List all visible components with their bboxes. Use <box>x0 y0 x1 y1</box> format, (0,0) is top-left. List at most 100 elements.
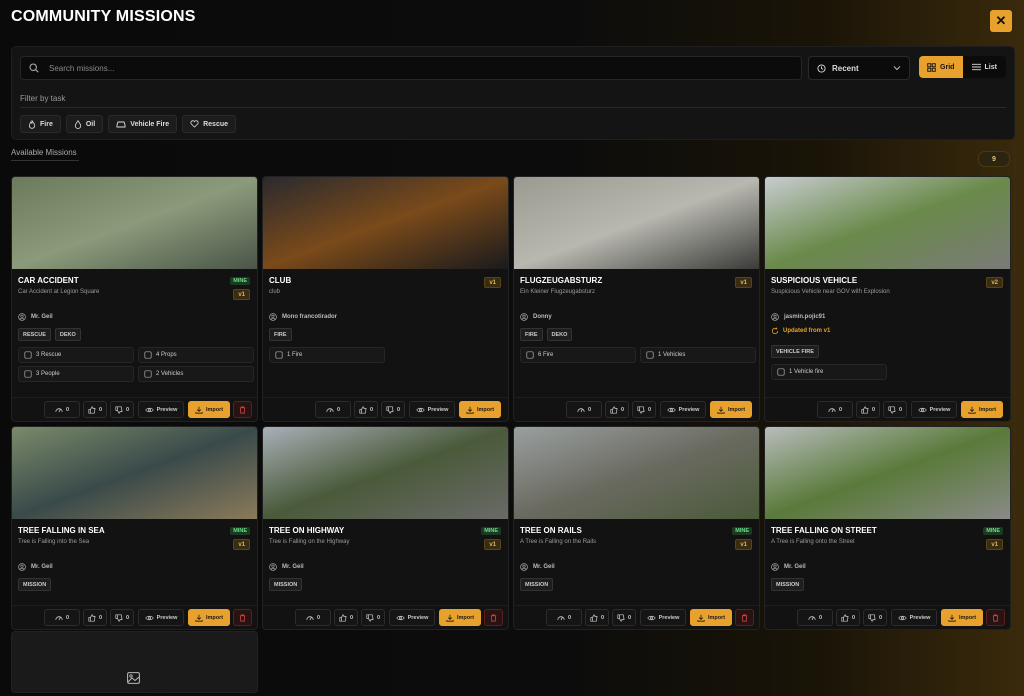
download-icon <box>466 406 474 414</box>
views-count: 0 <box>567 614 572 621</box>
like-button[interactable]: 0 <box>83 609 107 626</box>
chip-label: Oil <box>85 120 96 128</box>
import-button[interactable]: Import <box>439 609 481 626</box>
import-button[interactable]: Import <box>459 401 501 418</box>
dislike-button[interactable]: 0 <box>863 609 887 626</box>
eye-icon <box>646 615 656 620</box>
views-button[interactable]: 0 <box>817 401 853 418</box>
trash-icon <box>239 614 246 621</box>
mission-card[interactable]: SUSPICIOUS VEHICLE Suspicious Vehicle nea… <box>764 176 1011 422</box>
close-button[interactable]: ✕ <box>990 10 1012 32</box>
stat-label: 3 Rescue <box>36 352 62 358</box>
mission-author: Mono francotirador <box>269 313 337 321</box>
import-button[interactable]: Import <box>690 609 732 626</box>
mission-title: TREE FALLING IN SEA <box>18 526 105 535</box>
author-name: Mr. Geil <box>282 564 304 570</box>
preview-button[interactable]: Preview <box>640 609 686 626</box>
like-button[interactable]: 0 <box>585 609 609 626</box>
mission-card[interactable]: CAR ACCIDENT Car Accident at Legion Squar… <box>11 176 258 422</box>
eye-icon <box>897 615 907 620</box>
thumbs-down-icon <box>868 613 876 622</box>
dislike-button[interactable]: 0 <box>883 401 907 418</box>
like-button[interactable]: 0 <box>856 401 880 418</box>
mission-tags: RESCUE DEKO <box>18 328 81 341</box>
mission-tags: VEHICLE FIRE <box>771 345 819 358</box>
dislike-button[interactable]: 0 <box>612 609 636 626</box>
import-button[interactable]: Import <box>941 609 983 626</box>
stat-item: 2 Vehicles <box>138 366 254 382</box>
search-input[interactable] <box>47 62 751 74</box>
views-button[interactable]: 0 <box>295 609 331 626</box>
mission-card[interactable]: TREE FALLING ON STREET A Tree is Falling … <box>764 426 1011 630</box>
view-toggle: Grid List <box>919 56 1006 78</box>
import-button[interactable]: Import <box>710 401 752 418</box>
import-button[interactable]: Import <box>188 609 230 626</box>
sort-select[interactable]: Recent <box>808 56 910 80</box>
views-button[interactable]: 0 <box>44 401 80 418</box>
preview-button[interactable]: Preview <box>138 609 184 626</box>
views-button[interactable]: 0 <box>566 401 602 418</box>
preview-button[interactable]: Preview <box>891 609 937 626</box>
mission-author: Donny <box>520 313 552 321</box>
like-button[interactable]: 0 <box>334 609 358 626</box>
card-actions: 0 0 0 Preview Import <box>765 605 1010 628</box>
download-icon <box>697 614 705 622</box>
filter-chip-vehicle-fire[interactable]: Vehicle Fire <box>108 115 178 133</box>
delete-button[interactable] <box>735 609 754 626</box>
delete-button[interactable] <box>986 609 1005 626</box>
preview-button[interactable]: Preview <box>409 401 455 418</box>
dislike-button[interactable]: 0 <box>632 401 656 418</box>
mission-card[interactable]: TREE ON HIGHWAY Tree is Falling on the Hi… <box>262 426 509 630</box>
delete-button[interactable] <box>484 609 503 626</box>
mission-card[interactable]: FLUGZEUGABSTURZ Ein Kleiner Flugzeugabstu… <box>513 176 760 422</box>
mission-thumbnail <box>263 427 508 519</box>
mission-card[interactable]: CLUB club v1 Mono francotirador FIRE 1 Fire 0 0… <box>262 176 509 422</box>
preview-button[interactable]: Preview <box>389 609 435 626</box>
dislike-button[interactable]: 0 <box>110 609 134 626</box>
preview-button[interactable]: Preview <box>660 401 706 418</box>
like-button[interactable]: 0 <box>836 609 860 626</box>
mission-thumbnail <box>12 427 257 519</box>
stat-item: 6 Fire <box>520 347 636 363</box>
user-icon <box>269 563 277 571</box>
list-view-button[interactable]: List <box>963 56 1007 78</box>
grid-view-button[interactable]: Grid <box>919 56 963 78</box>
stat-icon <box>646 351 654 359</box>
preview-button[interactable]: Preview <box>138 401 184 418</box>
likes-count: 0 <box>369 406 374 413</box>
preview-button[interactable]: Preview <box>911 401 957 418</box>
delete-button[interactable] <box>233 609 252 626</box>
stat-icon <box>24 370 32 378</box>
dislikes-count: 0 <box>627 614 632 621</box>
like-button[interactable]: 0 <box>605 401 629 418</box>
version-badge: v1 <box>233 539 250 550</box>
dislike-button[interactable]: 0 <box>361 609 385 626</box>
dislike-button[interactable]: 0 <box>381 401 405 418</box>
version-badge: v1 <box>735 539 752 550</box>
like-button[interactable]: 0 <box>354 401 378 418</box>
stat-item: 4 Props <box>138 347 254 363</box>
search-bar[interactable] <box>20 56 802 80</box>
mission-card[interactable]: TREE FALLING IN SEA Tree is Falling into … <box>11 426 258 630</box>
like-button[interactable]: 0 <box>83 401 107 418</box>
mission-subtitle: A Tree is Falling onto the Street <box>771 539 855 545</box>
section-title: Available Missions <box>11 148 77 157</box>
mission-card[interactable]: TREE ON RAILS A Tree is Falling on the Ra… <box>513 426 760 630</box>
filter-chip-fire[interactable]: Fire <box>20 115 61 133</box>
scrollbar[interactable] <box>1013 146 1016 546</box>
tag: FIRE <box>269 328 292 341</box>
likes-count: 0 <box>349 614 354 621</box>
views-button[interactable]: 0 <box>797 609 833 626</box>
views-button[interactable]: 0 <box>546 609 582 626</box>
views-button[interactable]: 0 <box>315 401 351 418</box>
mission-card-loading <box>11 631 258 693</box>
delete-button[interactable] <box>233 401 252 418</box>
views-button[interactable]: 0 <box>44 609 80 626</box>
import-button[interactable]: Import <box>188 401 230 418</box>
filter-chip-oil[interactable]: Oil <box>65 115 104 133</box>
views-count: 0 <box>316 614 321 621</box>
filter-chip-rescue[interactable]: Rescue <box>182 115 237 133</box>
dislike-button[interactable]: 0 <box>110 401 134 418</box>
import-button[interactable]: Import <box>961 401 1003 418</box>
mission-subtitle: Tree is Falling into the Sea <box>18 539 90 545</box>
